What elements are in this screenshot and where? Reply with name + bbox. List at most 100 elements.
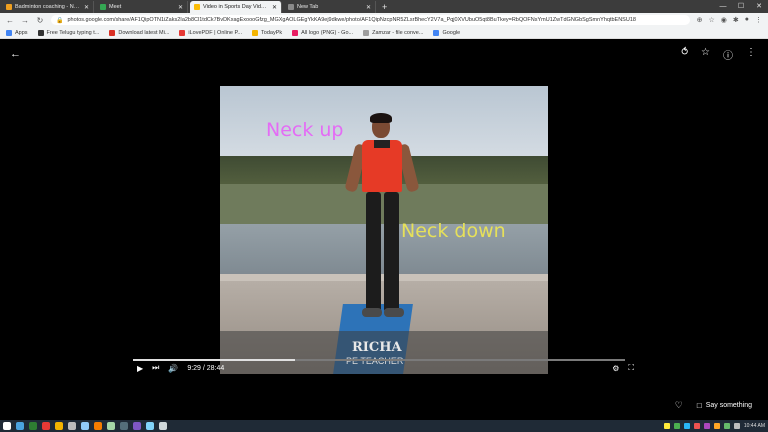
volume-icon[interactable]: 🔊: [168, 364, 178, 373]
more-icon[interactable]: ⋮: [755, 16, 762, 24]
minimize-icon[interactable]: —: [714, 0, 732, 12]
tab-title: Video in Sports Day Video NEW ...: [203, 4, 269, 10]
tab-favicon-icon: [100, 4, 106, 10]
profile-icon[interactable]: ●: [745, 16, 749, 24]
tab-favicon-icon: [6, 4, 12, 10]
browser-tab[interactable]: Badminton coaching - National ...✕: [2, 1, 94, 13]
comment-icon: □: [696, 401, 702, 410]
zoom-icon[interactable]: ⊕: [697, 16, 703, 24]
viewer-actions: ⥀ ☆ ⓘ ⋮: [681, 47, 756, 62]
puzzle-icon[interactable]: ✱: [733, 16, 739, 24]
lower-third-name: RICHA: [352, 340, 402, 355]
settings-gear-icon[interactable]: ⚙: [612, 364, 619, 373]
back-arrow-icon[interactable]: ←: [10, 48, 21, 60]
overlay-neck-up: Neck up: [266, 119, 344, 141]
taskbar-app-icon[interactable]: [94, 422, 102, 430]
tray-icon[interactable]: [683, 423, 690, 429]
tab-title: Badminton coaching - National ...: [15, 4, 81, 10]
new-tab-button[interactable]: +: [382, 1, 387, 13]
bookmark-item[interactable]: Download latest Mi...: [109, 29, 169, 36]
bookmark-label: Zamzar - file conve...: [372, 29, 424, 36]
taskbar-app-icon[interactable]: [55, 422, 63, 430]
share-icon[interactable]: ⥀: [681, 47, 688, 62]
bookmark-item[interactable]: Google: [433, 29, 461, 36]
tab-title: New Tab: [297, 4, 319, 10]
bookmark-label: iLovePDF | Online P...: [188, 29, 243, 36]
tab-close-icon[interactable]: ✕: [84, 4, 89, 11]
extension-icon[interactable]: ◉: [721, 16, 727, 24]
clock[interactable]: 10:44 AM: [744, 423, 765, 429]
close-window-icon[interactable]: ✕: [750, 0, 768, 12]
tray-icon[interactable]: [693, 423, 700, 429]
taskbar-app-icon[interactable]: [107, 422, 115, 430]
bookmark-favicon-icon: [433, 29, 440, 36]
play-icon[interactable]: ▶: [137, 364, 143, 373]
back-icon[interactable]: ←: [6, 16, 14, 25]
more-options-icon[interactable]: ⋮: [746, 47, 756, 62]
browser-tab[interactable]: Video in Sports Day Video NEW ...✕: [190, 1, 282, 13]
bookmark-label: All logo (PNG) - Go...: [301, 29, 354, 36]
bookmark-label: Free Telugu typing t...: [46, 29, 100, 36]
tab-title: Meet: [109, 4, 122, 10]
taskbar-app-icon[interactable]: [68, 422, 76, 430]
bookmark-item[interactable]: Apps: [6, 29, 28, 36]
tray-icon[interactable]: [673, 423, 680, 429]
heart-icon[interactable]: ♡: [675, 400, 683, 411]
tab-close-icon[interactable]: ✕: [366, 4, 371, 11]
taskbar-app-icon[interactable]: [42, 422, 50, 430]
bookmark-item[interactable]: iLovePDF | Online P...: [179, 29, 243, 36]
info-icon[interactable]: ⓘ: [723, 47, 733, 62]
photo-viewer: ← ⥀ ☆ ⓘ ⋮ Neck up Neck down RICHA PE TEA…: [0, 40, 768, 420]
tray-icon[interactable]: [723, 423, 730, 429]
time-display: 9:29 / 28:44: [187, 364, 225, 372]
bookmark-favicon-icon: [252, 29, 259, 36]
bookmark-item[interactable]: Zamzar - file conve...: [363, 29, 424, 36]
bookmark-favicon-icon: [179, 29, 186, 36]
video-frame[interactable]: Neck up Neck down RICHA PE TEACHER: [220, 86, 548, 374]
tab-close-icon[interactable]: ✕: [178, 4, 183, 11]
bookmark-favicon-icon: [363, 29, 370, 36]
taskbar-app-icon[interactable]: [133, 422, 141, 430]
bookmark-label: Google: [442, 29, 461, 36]
taskbar-app-icon[interactable]: [146, 422, 154, 430]
tab-list: Badminton coaching - National ...✕Meet✕V…: [0, 0, 376, 13]
say-something-button[interactable]: □ Say something: [697, 401, 752, 410]
fullscreen-icon[interactable]: ⛶: [628, 363, 634, 373]
bookmark-item[interactable]: TodayPk: [252, 29, 282, 36]
taskbar-apps: [3, 422, 167, 430]
taskbar-app-icon[interactable]: [120, 422, 128, 430]
taskbar-app-icon[interactable]: [81, 422, 89, 430]
url-text: photos.google.com/share/AF1QipOTN1iZaks2…: [67, 17, 636, 23]
tray-icon[interactable]: [703, 423, 710, 429]
taskbar-app-icon[interactable]: [159, 422, 167, 430]
tab-strip: Badminton coaching - National ...✕Meet✕V…: [0, 0, 768, 13]
tray-icon[interactable]: [713, 423, 720, 429]
bookmark-item[interactable]: All logo (PNG) - Go...: [292, 29, 354, 36]
address-bar[interactable]: 🔒 photos.google.com/share/AF1QipOTN1iZak…: [51, 15, 690, 25]
next-icon[interactable]: ⏭: [152, 363, 159, 373]
bookmark-item[interactable]: Free Telugu typing t...: [37, 29, 100, 36]
tray-icon[interactable]: [663, 423, 670, 429]
taskbar-app-icon[interactable]: [16, 422, 24, 430]
browser-toolbar: ← → ↻ 🔒 photos.google.com/share/AF1QipOT…: [0, 13, 768, 27]
window-controls: — ☐ ✕: [714, 0, 768, 12]
viewer-footer: ♡ □ Say something: [675, 400, 752, 411]
star-icon[interactable]: ☆: [701, 47, 710, 62]
tray-icon[interactable]: [733, 423, 740, 429]
lock-icon: 🔒: [56, 17, 64, 24]
bookmark-favicon-icon: [6, 29, 12, 36]
maximize-icon[interactable]: ☐: [732, 0, 750, 12]
system-tray: 10:44 AM: [663, 423, 765, 429]
bookmark-favicon-icon: [292, 29, 299, 36]
say-something-label: Say something: [705, 402, 752, 409]
browser-tab[interactable]: Meet ✕: [96, 1, 188, 13]
taskbar-app-icon[interactable]: [29, 422, 37, 430]
bookmark-star-icon[interactable]: ☆: [709, 16, 715, 24]
tab-favicon-icon: [194, 4, 200, 10]
taskbar-app-icon[interactable]: [3, 422, 11, 430]
reload-icon[interactable]: ↻: [36, 16, 44, 25]
tab-close-icon[interactable]: ✕: [272, 4, 277, 11]
forward-icon[interactable]: →: [21, 16, 29, 25]
browser-tab[interactable]: New Tab ✕: [284, 1, 376, 13]
toolbar-actions: ⊕ ☆ ◉ ✱ ● ⋮: [697, 16, 762, 24]
